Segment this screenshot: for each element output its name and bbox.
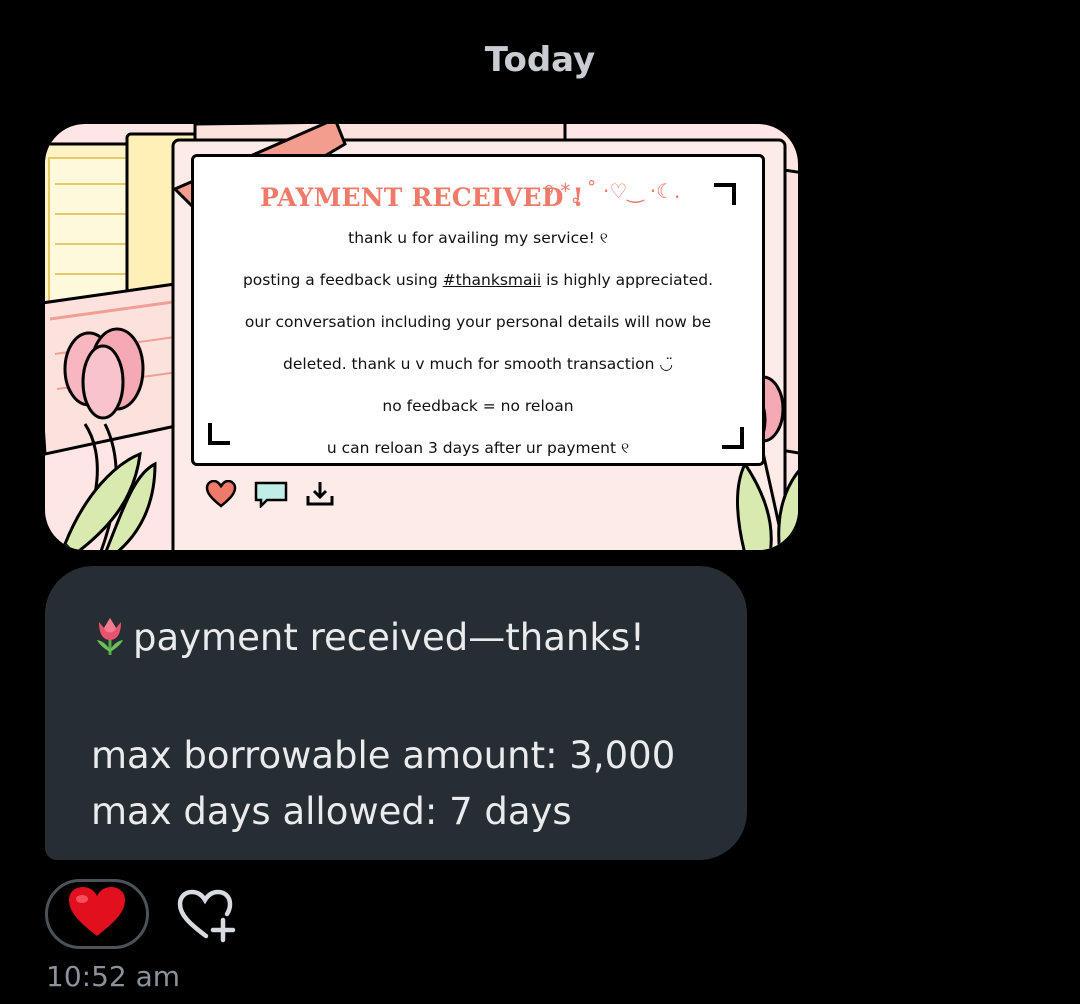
note-title: PAYMENT RECEIVED ! (260, 183, 584, 212)
heart-emoji-icon (67, 886, 127, 943)
tulip-icon (91, 614, 129, 672)
note-line: no feedback = no reloan (382, 397, 574, 415)
note-line-part: is highly appreciated. (546, 271, 714, 289)
message-bubble[interactable]: payment received—thanks! max borrowable … (45, 566, 747, 860)
frame-corner (714, 183, 736, 205)
date-separator: Today (484, 40, 596, 80)
note-line: our conversation including your personal… (244, 313, 712, 331)
payment-note: PAYMENT RECEIVED ! ୨·*˳ ˚ ·♡‿ ·☾. thank … (191, 154, 765, 466)
message-line: payment received—thanks! (91, 610, 701, 672)
note-line: deleted. thank u v much for smooth trans… (283, 355, 673, 373)
message-line-3: max days allowed: 7 days (91, 790, 572, 833)
message-timestamp: 10:52 am (46, 960, 181, 993)
image-attachment[interactable]: PAYMENT RECEIVED ! ୨·*˳ ˚ ·♡‿ ·☾. thank … (45, 124, 798, 550)
heart-reaction[interactable] (45, 879, 149, 949)
note-title-decoration: ୨·*˳ ˚ ·♡‿ ·☾. (544, 179, 681, 203)
download-icon (305, 480, 335, 513)
message-line-1: payment received—thanks! (133, 616, 645, 659)
comment-icon (253, 480, 289, 513)
card-action-row (205, 479, 335, 513)
add-reaction-icon (176, 889, 238, 948)
heart-icon (205, 479, 237, 513)
note-line: posting a feedback using #thanksmaii is … (194, 271, 762, 289)
note-line: thank u for availing my service! ୧ (348, 229, 608, 247)
message-line-2: max borrowable amount: 3,000 (91, 734, 676, 777)
note-line: u can reloan 3 days after ur payment ୧ (326, 439, 630, 457)
add-reaction-button[interactable] (176, 888, 238, 949)
hashtag: #thanksmaii (442, 271, 542, 289)
note-line-part: posting a feedback using (242, 271, 438, 289)
